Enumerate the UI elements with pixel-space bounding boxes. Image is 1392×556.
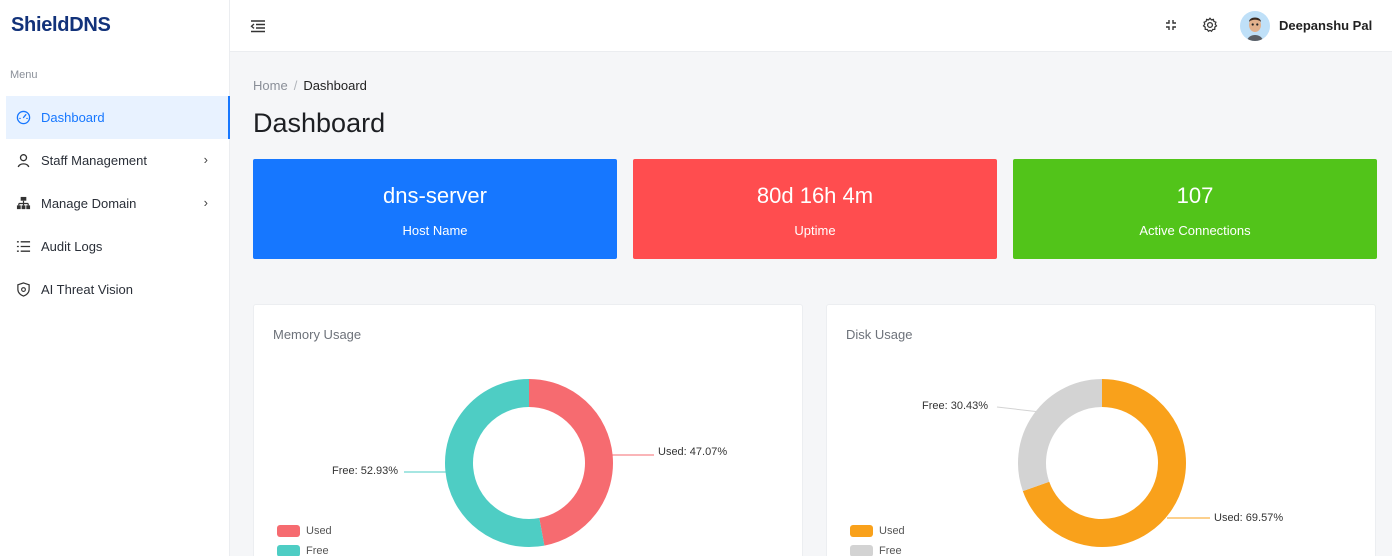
fullscreen-icon[interactable] (1162, 16, 1180, 34)
avatar[interactable] (1240, 11, 1270, 41)
legend-item-free[interactable]: Free (850, 541, 905, 556)
donut-slice-free[interactable] (1018, 379, 1103, 492)
sidebar-item-label: AI Threat Vision (41, 282, 134, 297)
donut-slice-used[interactable] (528, 379, 613, 546)
disk-usage-panel: Disk Usage Used: 69.57% Free: 30.43% Use… (826, 304, 1376, 556)
breadcrumb-home[interactable]: Home (253, 78, 288, 93)
stat-card-uptime: 80d 16h 4m Uptime (633, 159, 997, 259)
user-name[interactable]: Deepanshu Pal (1279, 18, 1372, 33)
breadcrumb-separator: / (293, 78, 298, 93)
sidebar-item-label: Staff Management (41, 153, 147, 168)
stat-card-host-name: dns-server Host Name (253, 159, 617, 259)
memory-usage-panel: Memory Usage Used: 47.07% Free: 52.93% U… (253, 304, 803, 556)
legend-swatch (277, 525, 300, 537)
stat-label: Uptime (794, 223, 836, 238)
stat-value: dns-server (383, 183, 487, 208)
sidebar-item-label: Manage Domain (41, 196, 137, 211)
dashboard-icon (15, 110, 31, 126)
stat-label: Host Name (402, 223, 468, 238)
sidebar-item-label: Audit Logs (41, 239, 103, 254)
sitemap-icon (15, 196, 31, 212)
page-title: Dashboard (253, 108, 386, 138)
breadcrumb: Home / Dashboard (253, 78, 367, 93)
shield-icon (15, 282, 31, 298)
sidebar-item-audit-logs[interactable]: Audit Logs (6, 225, 230, 268)
breadcrumb-current: Dashboard (303, 78, 367, 93)
sidebar-nav: Dashboard Staff Management › Manage Doma… (6, 96, 230, 311)
settings-icon[interactable] (1201, 16, 1219, 34)
stat-value: 107 (1176, 183, 1214, 208)
user-icon (15, 153, 31, 169)
data-label-free: Free: 30.43% (922, 400, 989, 412)
app-logo[interactable]: ShieldDNS (11, 14, 111, 37)
chevron-right-icon: › (203, 195, 208, 210)
data-label-used: Used: 47.07% (658, 446, 728, 458)
legend-swatch (850, 545, 873, 556)
chart-legend: Used Free (277, 521, 332, 556)
legend-item-used[interactable]: Used (277, 521, 332, 541)
sidebar-item-label: Dashboard (41, 110, 105, 125)
sidebar: ShieldDNS Menu Dashboard Staff Managemen… (0, 0, 230, 556)
top-header: Deepanshu Pal (230, 0, 1392, 52)
chart-legend: Used Free (850, 521, 905, 556)
data-label-used: Used: 69.57% (1214, 512, 1284, 524)
legend-item-used[interactable]: Used (850, 521, 905, 541)
legend-item-free[interactable]: Free (277, 541, 332, 556)
legend-label: Used (306, 525, 332, 537)
donut-slice-free[interactable] (445, 379, 545, 547)
disk-donut-chart (996, 379, 1210, 547)
sidebar-item-manage-domain[interactable]: Manage Domain › (6, 182, 230, 225)
menu-fold-icon[interactable] (250, 18, 266, 34)
legend-swatch (850, 525, 873, 537)
stat-card-active-connections: 107 Active Connections (1013, 159, 1377, 259)
chevron-right-icon: › (203, 152, 208, 167)
sidebar-item-staff-management[interactable]: Staff Management › (6, 139, 230, 182)
memory-donut-chart (404, 379, 654, 547)
legend-label: Free (879, 545, 902, 556)
sidebar-item-ai-threat-vision[interactable]: AI Threat Vision (6, 268, 230, 311)
stat-value: 80d 16h 4m (756, 183, 874, 208)
legend-label: Free (306, 545, 329, 556)
stat-label: Active Connections (1139, 223, 1251, 238)
legend-swatch (277, 545, 300, 556)
legend-label: Used (879, 525, 905, 537)
sidebar-item-dashboard[interactable]: Dashboard (6, 96, 230, 139)
list-icon (15, 239, 31, 255)
menu-section-title: Menu (10, 69, 38, 81)
data-label-free: Free: 52.93% (332, 465, 399, 477)
